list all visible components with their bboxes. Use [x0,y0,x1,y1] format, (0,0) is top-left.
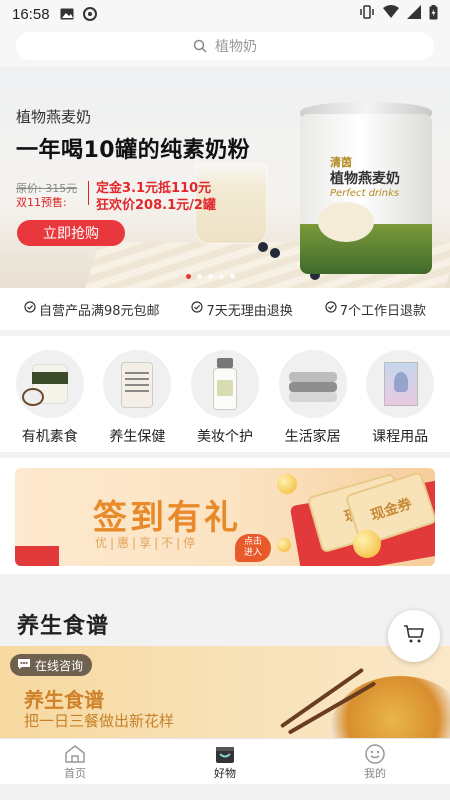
carousel-dot[interactable] [230,274,235,279]
carousel-dot[interactable] [197,274,202,279]
guarantee-item: 7天无理由退换 [191,300,293,319]
category-label: 养生保健 [109,429,166,445]
category-health[interactable]: 养生保健 [95,350,179,452]
section-title: 养生食谱 [17,614,110,639]
signin-section: 现金 现金券 签到有礼 优|惠|享|不|停 点击 进入 [0,458,450,574]
coin-icon [353,530,381,558]
category-beauty[interactable]: 美妆个护 [183,350,267,452]
enter-line: 点击 [243,537,262,547]
carousel-dot[interactable] [219,274,224,279]
signin-title: 签到有礼 [93,498,241,538]
search-area: 植物奶 [0,28,450,66]
category-label: 课程用品 [372,429,429,445]
coin-icon [277,538,291,552]
can-pour-art [318,202,374,242]
carousel-dot[interactable] [208,274,213,279]
blueberry-icon [270,248,280,258]
cart-button[interactable] [388,610,440,662]
tea-can-icon [103,350,172,418]
nav-label: 首页 [64,766,86,780]
recipes-banner-subtitle: 把一日三餐做出新花样 [24,712,175,730]
search-placeholder: 植物奶 [215,39,257,55]
oat-milk-can: 清茵 植物燕麦奶 Perfect drinks [300,114,432,274]
guarantee-item: 7个工作日退款 [325,300,426,319]
category-label: 美妆个护 [196,429,253,445]
towels-icon [278,350,347,418]
image-icon [60,8,74,20]
can-english: Perfect drinks [330,188,400,199]
online-consult-button[interactable]: 在线咨询 [10,654,93,676]
category-label: 生活家居 [284,429,341,445]
cart-icon [403,624,425,648]
guarantee-item: 自营产品满98元包邮 [24,300,160,319]
status-time: 16:58 [12,5,50,23]
category-organic[interactable]: 有机素食 [8,350,92,452]
gift-box-illustration [15,546,59,566]
signal-icon [407,5,421,23]
system-gesture-bar [0,784,450,800]
enter-line: 进入 [243,548,262,558]
nav-home[interactable]: 首页 [0,739,150,784]
presale-label: 双11预售: [16,196,67,209]
blueberry-icon [258,242,268,252]
check-circle-icon [191,301,204,317]
carousel-dots[interactable] [186,274,235,279]
yoga-book-icon [366,350,435,418]
bottle-icon [190,350,259,418]
shop-icon [214,743,236,765]
recipes-header: 养生食谱 [0,590,450,646]
signin-slogan: 优|惠|享|不|停 [95,536,199,550]
chat-icon [17,658,31,673]
nav-me[interactable]: 我的 [300,739,450,784]
enter-badge[interactable]: 点击 进入 [235,534,271,562]
category-grid: 有机素食 养生保健 美妆个护 生活家居 课程用品 [0,336,450,452]
home-icon [64,743,86,765]
nav-shop[interactable]: 好物 [150,739,300,784]
category-course[interactable]: 课程用品 [358,350,442,452]
search-input[interactable]: 植物奶 [16,32,434,60]
banner-subtitle: 植物燕麦奶 [16,108,92,126]
bottom-nav: 首页 好物 我的 [0,738,450,784]
check-circle-icon [325,301,337,317]
service-guarantees: 自营产品满98元包邮 7天无理由退换 7个工作日退款 [0,288,450,330]
category-label: 有机素食 [21,429,78,445]
category-home[interactable]: 生活家居 [271,350,355,452]
promo-banner[interactable]: 清茵 植物燕麦奶 Perfect drinks 植物燕麦奶 一年喝10罐的纯素奶… [0,66,450,288]
check-circle-icon [24,301,36,317]
nav-label: 我的 [364,766,386,780]
vibrate-icon [359,5,375,23]
guarantee-label: 自营产品满98元包邮 [38,303,160,319]
signin-banner[interactable]: 现金 现金券 签到有礼 优|惠|享|不|停 点击 进入 [15,468,435,566]
nav-label: 好物 [214,766,236,780]
search-icon [193,39,207,53]
coin-icon [277,474,297,494]
wifi-icon [383,5,399,23]
banner-headline: 一年喝10罐的纯素奶粉 [16,138,251,163]
battery-icon [429,4,438,24]
buy-now-button[interactable]: 立即抢购 [17,220,125,246]
status-bar: 16:58 [0,0,450,28]
smile-icon [364,743,386,765]
consult-label: 在线咨询 [35,658,84,673]
can-product: 植物燕麦奶 [330,171,400,187]
coconut-jar-icon [15,350,84,418]
carousel-dot[interactable] [186,274,191,279]
sync-icon [82,6,98,22]
price-divider [88,181,89,205]
recipes-banner-title: 养生食谱 [24,688,104,712]
soup-bowl-illustration [330,676,450,738]
carnival-price: 狂欢价208.1元/2罐 [96,198,216,213]
guarantee-label: 7天无理由退换 [206,303,293,319]
guarantee-label: 7个工作日退款 [339,303,426,319]
